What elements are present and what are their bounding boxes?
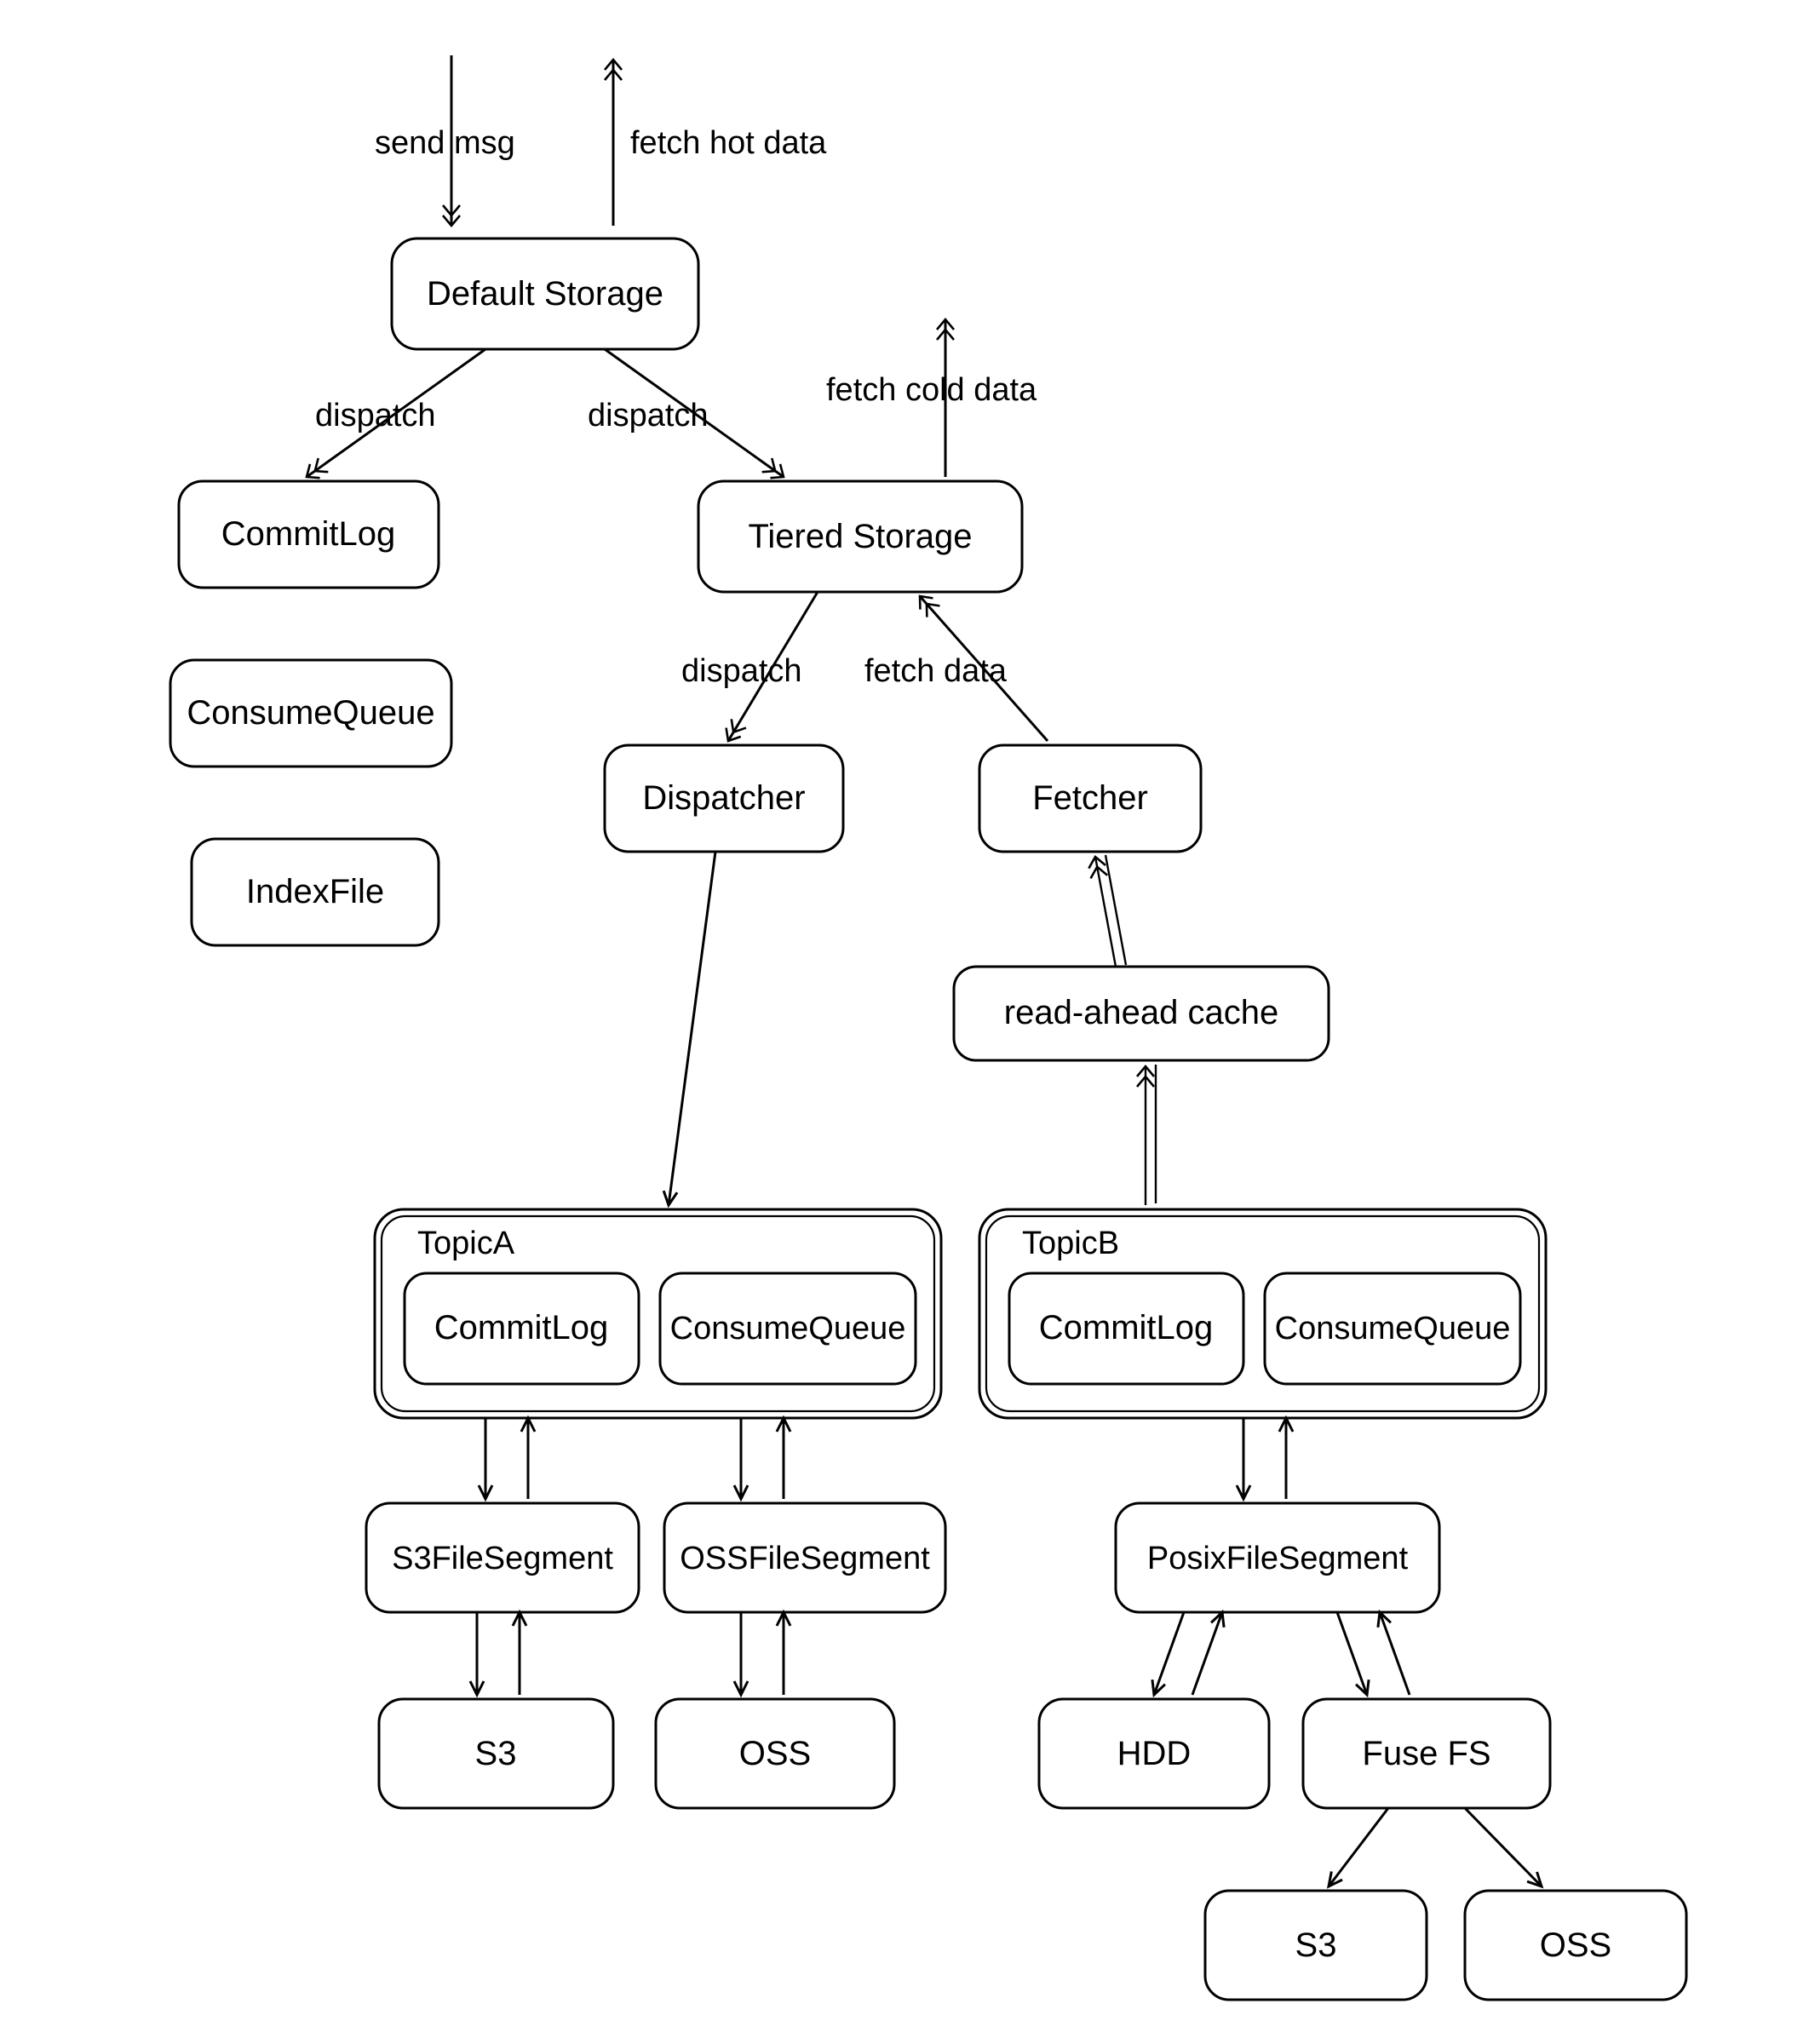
label-dispatcher: Dispatcher <box>642 779 805 817</box>
label-dispatch-left: dispatch <box>315 398 436 433</box>
label-indexfile: IndexFile <box>246 873 384 910</box>
edge-fuse-ossb <box>1465 1808 1542 1886</box>
edge-posix-hdd-down <box>1154 1612 1184 1695</box>
edge-fuse-s3b <box>1329 1808 1388 1886</box>
label-s3-b: S3 <box>1295 1926 1337 1964</box>
label-fusefs: Fuse FS <box>1362 1735 1490 1772</box>
label-dispatch-right: dispatch <box>588 398 709 433</box>
label-tiered-storage: Tiered Storage <box>748 518 972 555</box>
edge-hdd-posix-up <box>1192 1612 1222 1695</box>
label-commitlog: CommitLog <box>221 515 396 553</box>
label-read-ahead-cache: read-ahead cache <box>1004 994 1278 1031</box>
label-topicA-commitlog: CommitLog <box>434 1309 609 1346</box>
label-oss-b: OSS <box>1540 1926 1611 1964</box>
label-topicB-consumequeue: ConsumeQueue <box>1275 1311 1511 1346</box>
label-hdd: HDD <box>1117 1735 1192 1772</box>
edge-posix-fuse-down <box>1337 1612 1367 1695</box>
label-s3: S3 <box>475 1735 517 1772</box>
label-send-msg: send msg <box>375 125 515 161</box>
label-posixfilesegment: PosixFileSegment <box>1147 1541 1409 1576</box>
label-fetch-hot: fetch hot data <box>630 125 827 161</box>
label-topicB: TopicB <box>1022 1226 1119 1261</box>
label-consumequeue: ConsumeQueue <box>187 694 434 732</box>
label-oss: OSS <box>739 1735 811 1772</box>
edge-cache-fetcher-1 <box>1095 857 1116 967</box>
label-topicB-commitlog: CommitLog <box>1039 1309 1214 1346</box>
edge-fuse-posix-up <box>1380 1612 1410 1695</box>
label-ts-fetchdata: fetch data <box>864 653 1008 689</box>
architecture-diagram: send msg fetch hot data Default Storage … <box>0 0 1809 2044</box>
label-ts-dispatch: dispatch <box>681 653 802 689</box>
label-fetcher: Fetcher <box>1032 779 1148 817</box>
label-topicA: TopicA <box>417 1226 515 1261</box>
label-default-storage: Default Storage <box>427 275 663 313</box>
label-ossfilesegment: OSSFileSegment <box>680 1541 930 1576</box>
label-fetch-cold: fetch cold data <box>826 372 1037 408</box>
edge-dispatcher-topicA <box>669 852 715 1205</box>
edge-cache-fetcher-2 <box>1106 855 1126 965</box>
label-s3filesegment: S3FileSegment <box>392 1541 613 1576</box>
label-topicA-consumequeue: ConsumeQueue <box>670 1311 906 1346</box>
